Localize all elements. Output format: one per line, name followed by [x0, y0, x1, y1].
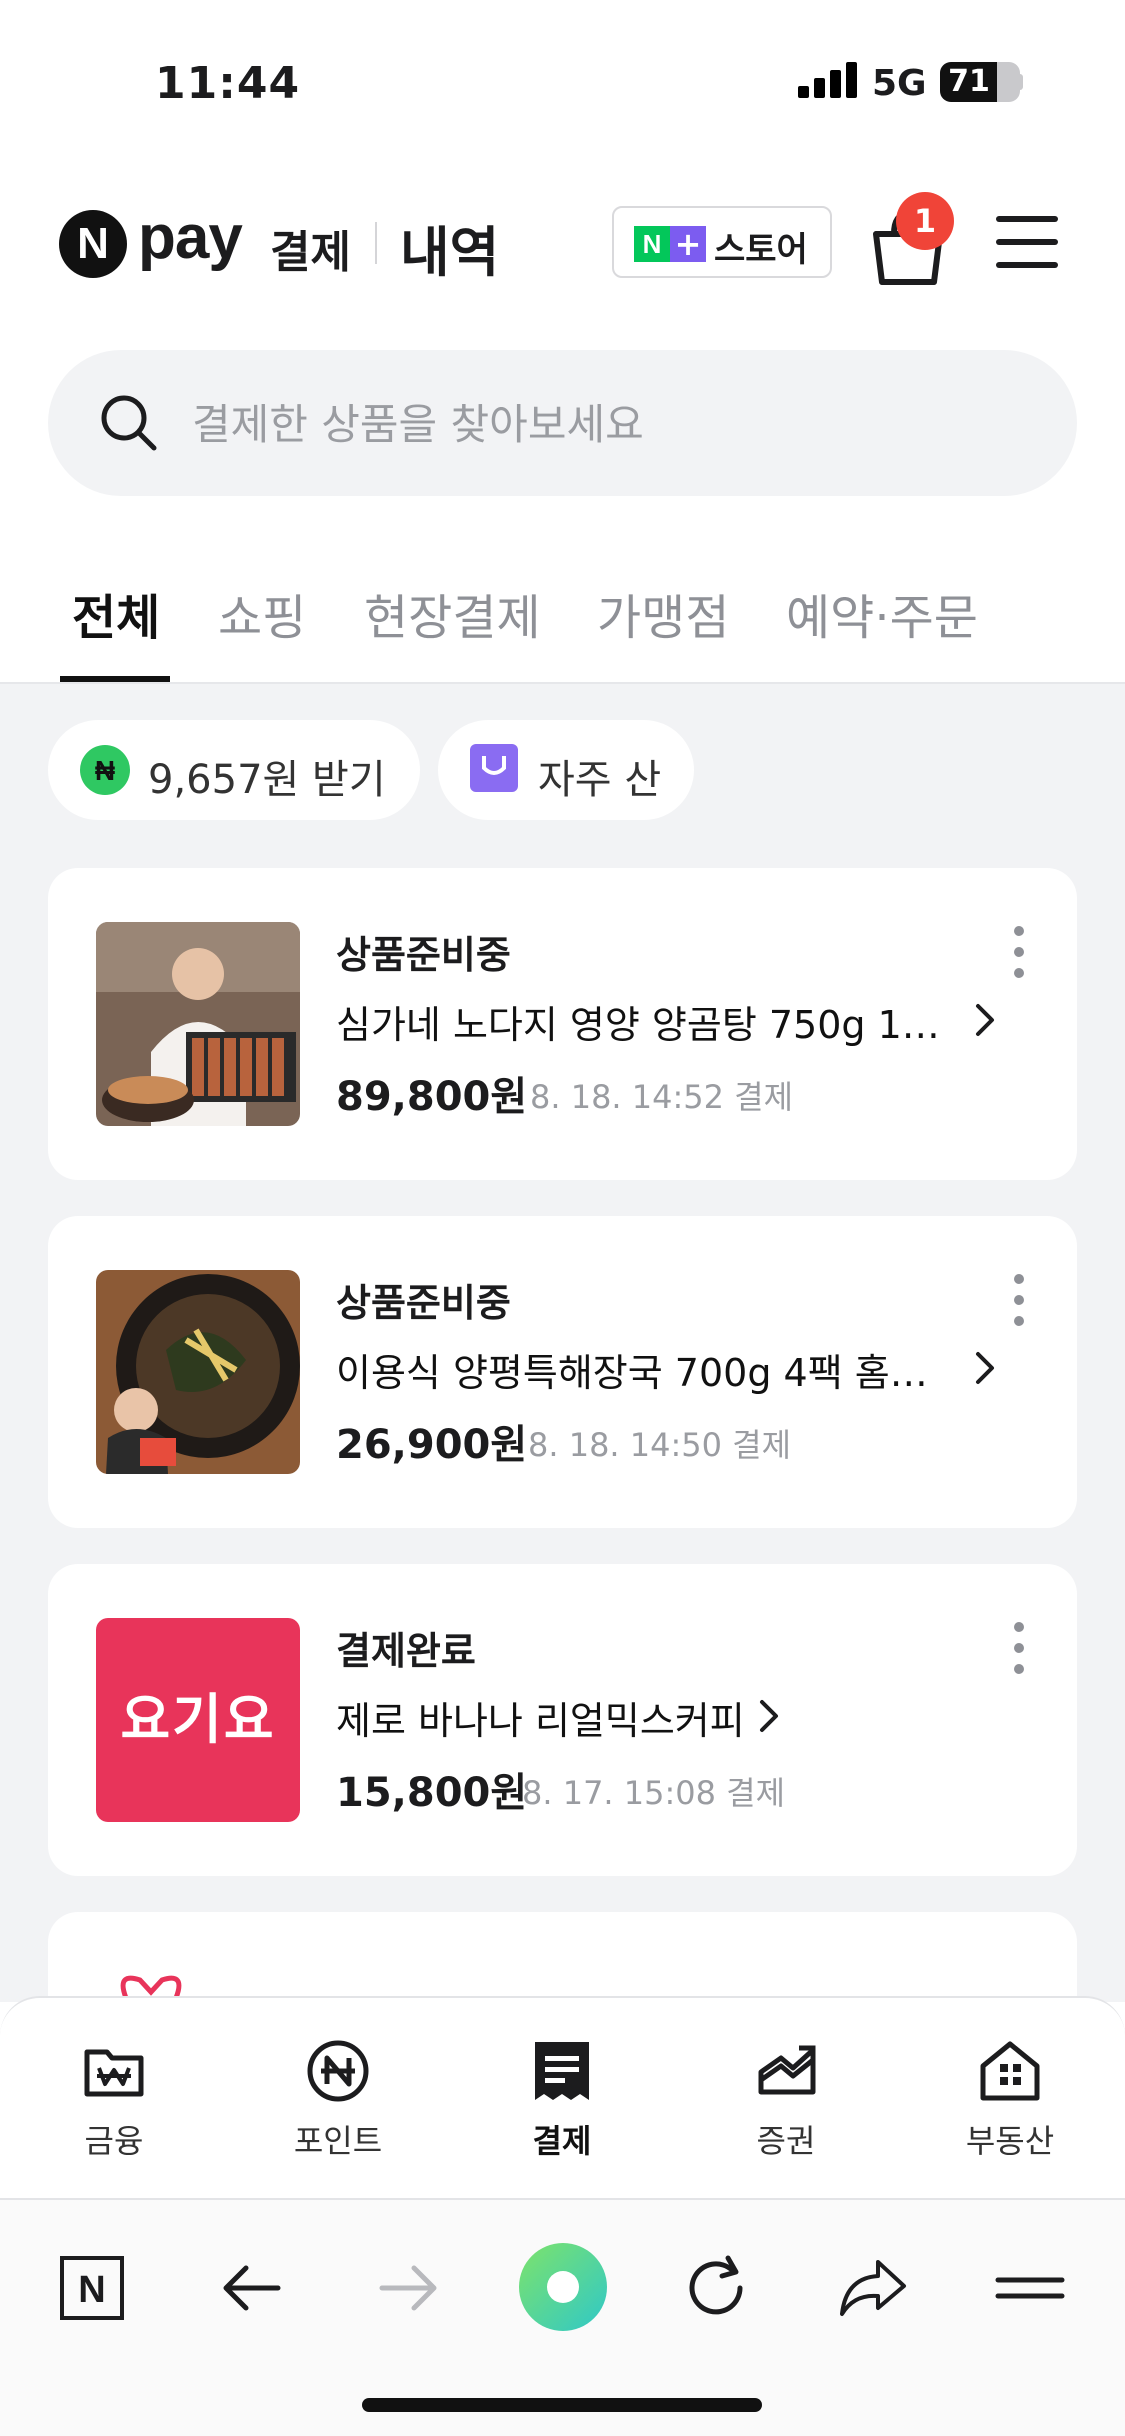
- shopping-bag-icon: [470, 744, 518, 792]
- share-icon[interactable]: [834, 2248, 914, 2328]
- bottom-navigation: 금융 포인트 결제 증권 부동산: [0, 1996, 1125, 2196]
- frequently-bought-label: 자주 산: [538, 757, 662, 803]
- product-title[interactable]: 제로 바나나 리얼믹스커피: [336, 1690, 745, 1745]
- stock-chart-icon: [758, 2045, 816, 2095]
- nav-finance[interactable]: 금융: [34, 2036, 194, 2176]
- naver-plus-store-button[interactable]: N + 스토어: [612, 206, 832, 278]
- payment-price: 15,800원: [336, 1770, 528, 1816]
- menu-icon[interactable]: [990, 2248, 1070, 2328]
- hamburger-menu-icon[interactable]: [996, 212, 1060, 272]
- point-icon: [307, 2040, 369, 2102]
- receipt-icon: [535, 2042, 589, 2100]
- nav-finance-label: 금융: [84, 2122, 144, 2160]
- header-divider: [375, 222, 377, 264]
- product-thumbnail[interactable]: [96, 1270, 300, 1474]
- chevron-right-icon[interactable]: [970, 1002, 1000, 1038]
- naver-home-icon[interactable]: N: [52, 2248, 132, 2328]
- payment-history-list[interactable]: ₦ 9,657원 받기 자주 산 상품준비중 심가네 노다지 영양 양곰탕 75…: [0, 684, 1125, 2002]
- logo-payment-label[interactable]: 결제: [270, 216, 351, 280]
- tab-all[interactable]: 전체: [72, 578, 160, 648]
- nav-securities-label: 증권: [756, 2122, 816, 2160]
- product-thumbnail[interactable]: [96, 922, 300, 1126]
- payment-card[interactable]: 요기요 결제완료 제로 바나나 리얼믹스커피 15,800원 8. 17. 15…: [48, 1564, 1077, 1876]
- payment-status: 상품준비중: [336, 1281, 511, 1325]
- forward-arrow-icon[interactable]: [368, 2248, 448, 2328]
- point-reward-label: 9,657원 받기: [148, 757, 386, 803]
- payment-status: 결제완료: [336, 1629, 476, 1673]
- green-dot-icon[interactable]: [518, 2242, 608, 2332]
- product-title[interactable]: 심가네 노다지 영양 양곰탕 750g 14...: [336, 994, 956, 1049]
- payment-price: 89,800원: [336, 1074, 528, 1120]
- nav-payment[interactable]: 결제: [482, 2036, 642, 2176]
- store-button-label: 스토어: [714, 230, 808, 270]
- payment-status: 상품준비중: [336, 933, 511, 977]
- payment-card[interactable]: 상품준비중 심가네 노다지 영양 양곰탕 750g 14... 89,800원 …: [48, 868, 1077, 1180]
- payment-card[interactable]: 상품준비중 이용식 양평특해장국 700g 4팩 홈쇼... 26,900원 8…: [48, 1216, 1077, 1528]
- more-options-icon[interactable]: [1004, 1270, 1034, 1330]
- naver-point-icon: ₦: [80, 745, 130, 795]
- home-n-mark: N: [78, 2269, 105, 2311]
- point-reward-chip[interactable]: ₦ 9,657원 받기: [48, 720, 420, 820]
- tab-reservation-order[interactable]: 예약·주문: [786, 578, 978, 648]
- more-options-icon[interactable]: [1004, 1618, 1034, 1678]
- home-indicator: [362, 2398, 762, 2412]
- more-options-icon[interactable]: [1004, 922, 1034, 982]
- payment-date: 8. 17. 15:08 결제: [522, 1774, 786, 1812]
- naver-pay-logo-mark[interactable]: N: [59, 210, 127, 278]
- nav-point[interactable]: 포인트: [258, 2036, 418, 2176]
- nav-point-label: 포인트: [293, 2122, 383, 2160]
- signal-icon: [798, 62, 858, 98]
- chevron-right-icon[interactable]: [970, 1350, 1000, 1386]
- tab-onsite-payment[interactable]: 현장결제: [364, 578, 541, 648]
- network-label: 5G: [872, 63, 927, 104]
- payment-card[interactable]: [48, 1912, 1077, 2002]
- payment-price: 26,900원: [336, 1422, 528, 1468]
- search-input[interactable]: [192, 396, 1012, 452]
- nav-securities[interactable]: 증권: [706, 2036, 866, 2176]
- frequently-bought-chip[interactable]: 자주 산: [438, 720, 694, 820]
- search-bar[interactable]: [48, 350, 1077, 496]
- tab-merchant[interactable]: 가맹점: [597, 578, 729, 648]
- battery-tip: [1018, 74, 1023, 90]
- naver-pay-logo-text[interactable]: pay: [138, 202, 243, 273]
- battery-level: 71: [948, 64, 990, 99]
- status-time: 11:44: [155, 58, 301, 109]
- search-icon: [101, 395, 157, 451]
- store-n-mark: N: [634, 226, 670, 262]
- back-arrow-icon[interactable]: [212, 2248, 292, 2328]
- chevron-right-icon[interactable]: [754, 1698, 784, 1734]
- nav-payment-label: 결제: [532, 2122, 592, 2160]
- tab-shopping[interactable]: 쇼핑: [218, 578, 306, 648]
- nav-real-estate-label: 부동산: [965, 2122, 1055, 2160]
- cart-count-badge: 1: [896, 192, 954, 250]
- svg-text:₦: ₦: [95, 755, 115, 786]
- reload-icon[interactable]: [676, 2248, 756, 2328]
- wallet-icon: [84, 2049, 144, 2097]
- page-title: 내역: [400, 221, 500, 284]
- product-title[interactable]: 이용식 양평특해장국 700g 4팩 홈쇼...: [336, 1342, 956, 1397]
- payment-date: 8. 18. 14:52 결제: [530, 1078, 794, 1116]
- battery-icon: 71: [940, 62, 1020, 102]
- building-icon: [980, 2041, 1040, 2101]
- nav-real-estate[interactable]: 부동산: [930, 2036, 1090, 2176]
- payment-date: 8. 18. 14:50 결제: [528, 1426, 792, 1464]
- yogiyo-logo: 요기요: [96, 1618, 300, 1822]
- merchant-logo[interactable]: 요기요: [96, 1618, 300, 1822]
- store-plus-mark: +: [670, 226, 706, 262]
